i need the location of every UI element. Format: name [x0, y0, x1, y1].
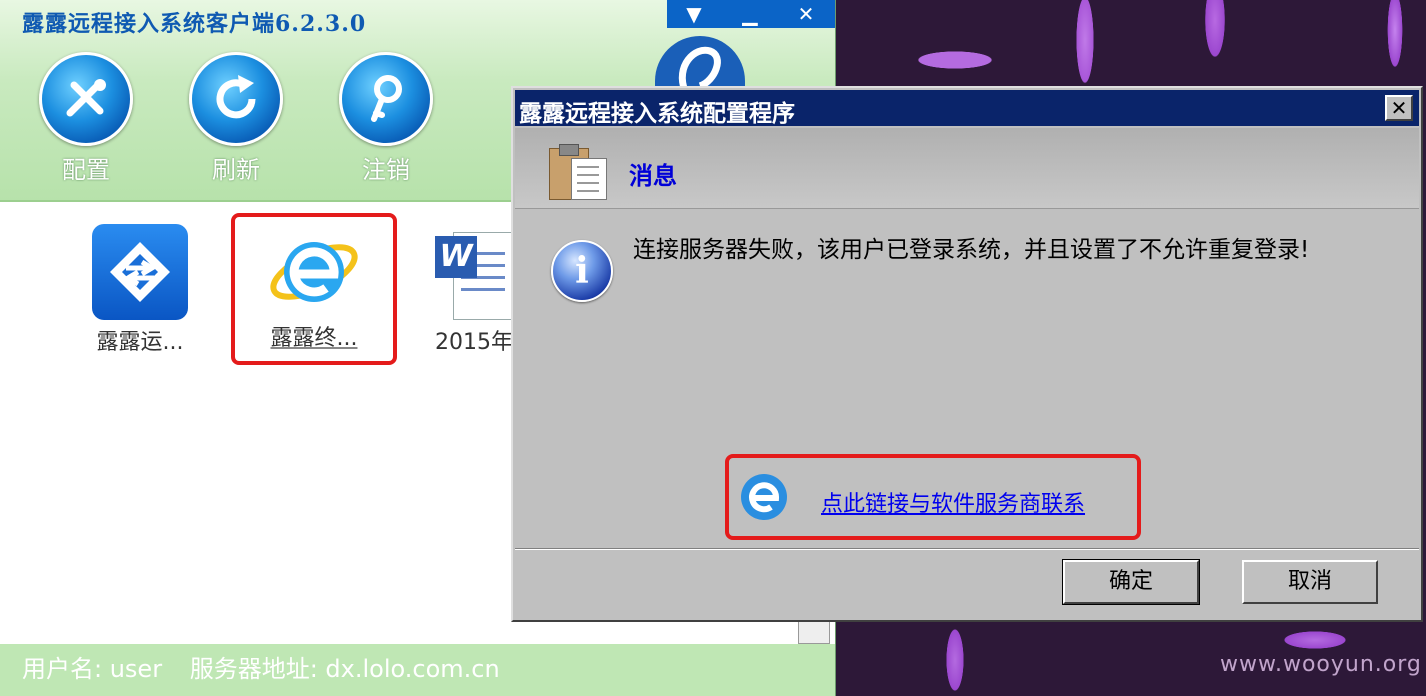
- cancel-button[interactable]: 取消: [1242, 560, 1378, 604]
- dialog-message: 连接服务器失败，该用户已登录系统，并且设置了不允许重复登录!: [633, 237, 1310, 263]
- status-server: 服务器地址: dx.lolo.com.cn: [189, 655, 500, 683]
- refresh-label: 刷新: [212, 156, 260, 184]
- dialog-header: 消息: [515, 128, 1419, 209]
- minimize-button[interactable]: ▁: [725, 0, 775, 28]
- scrollbar-corner[interactable]: [798, 620, 830, 644]
- message-dialog: 露露远程接入系统配置程序 ✕ 消息 i 连接服务器失败，该用户已登录系统，并且设…: [511, 86, 1423, 622]
- watermark: www.wooyun.org: [1220, 652, 1422, 677]
- contact-vendor-link[interactable]: 点此链接与软件服务商联系: [821, 486, 1085, 518]
- dialog-close-button[interactable]: ✕: [1385, 95, 1413, 121]
- ok-button[interactable]: 确定: [1062, 559, 1200, 605]
- dialog-titlebar[interactable]: 露露远程接入系统配置程序 ✕: [515, 90, 1419, 127]
- status-bar: 用户名: user 服务器地址: dx.lolo.com.cn: [0, 644, 835, 696]
- window-controls: ▼ ▁ ✕: [667, 0, 835, 28]
- highlight-box: [231, 213, 397, 365]
- dropdown-button[interactable]: ▼: [669, 0, 719, 28]
- word-doc-icon: W: [429, 224, 519, 320]
- clipboard-icon: [549, 142, 607, 200]
- close-button[interactable]: ✕: [781, 0, 831, 28]
- tools-icon: [39, 52, 133, 146]
- config-label: 配置: [62, 156, 110, 184]
- arrows-app-icon: [92, 224, 188, 320]
- dialog-title: 露露远程接入系统配置程序: [519, 100, 795, 127]
- ie-browser-icon: [739, 472, 789, 522]
- status-user: 用户名: user: [22, 655, 163, 683]
- refresh-button[interactable]: 刷新: [186, 52, 286, 185]
- refresh-icon: [189, 52, 283, 146]
- config-button[interactable]: 配置: [36, 52, 136, 185]
- key-icon: [339, 52, 433, 146]
- logout-label: 注销: [362, 156, 410, 184]
- client-title: 露露远程接入系统客户端6.2.3.0: [22, 11, 367, 37]
- dialog-separator: [515, 548, 1419, 550]
- info-icon: i: [551, 240, 613, 302]
- desktop-item-app[interactable]: 露露运...: [70, 224, 210, 356]
- desktop-item-label: 露露运...: [96, 330, 184, 355]
- dialog-header-title: 消息: [629, 162, 677, 190]
- logout-button[interactable]: 注销: [336, 52, 436, 185]
